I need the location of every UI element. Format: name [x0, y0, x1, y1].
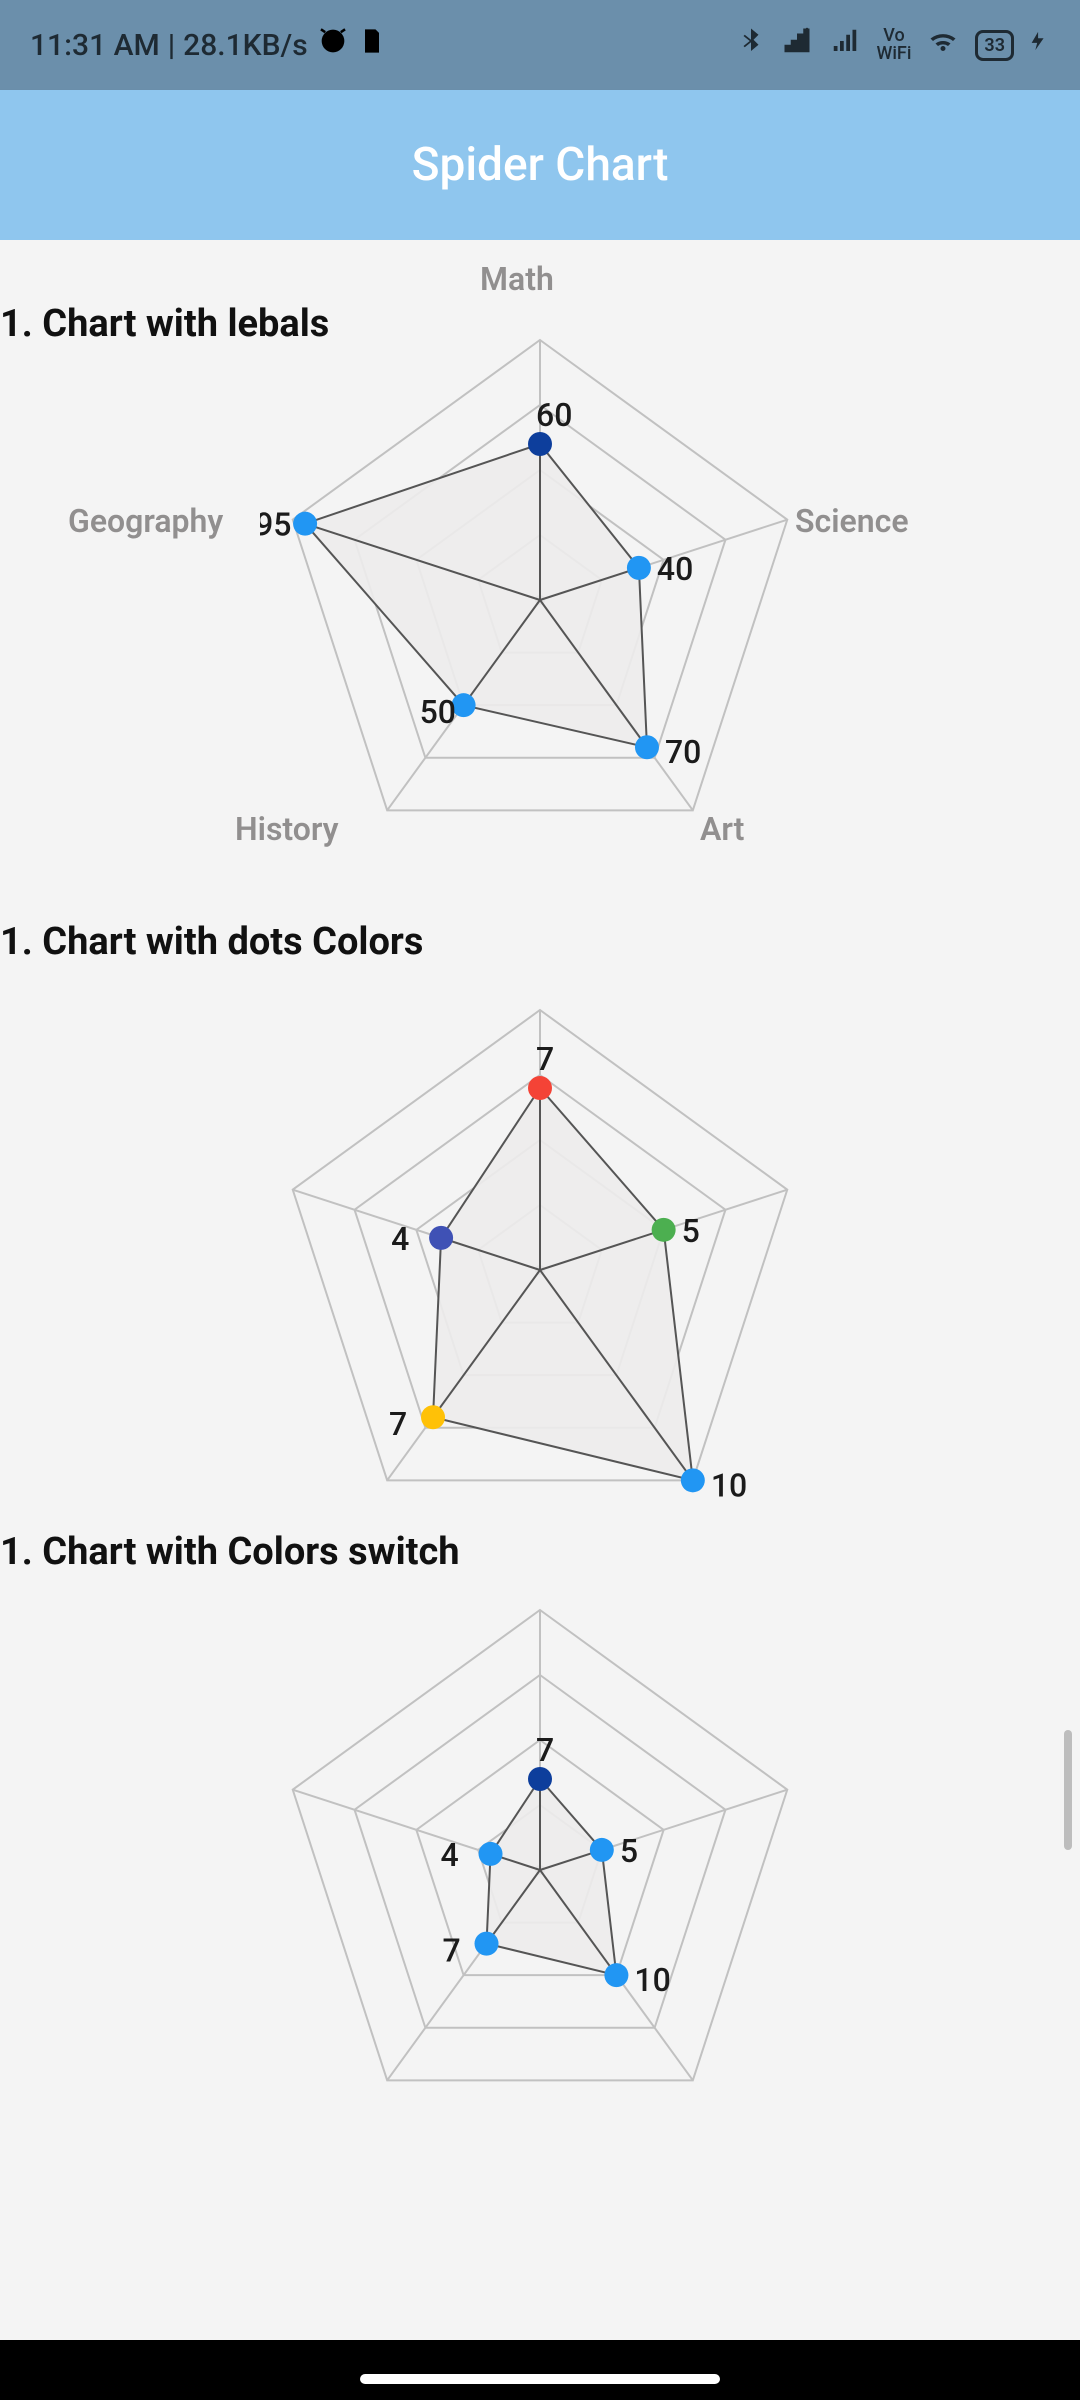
vo-wifi-label: VoWiFi: [876, 27, 911, 63]
svg-text:7: 7: [536, 1040, 554, 1078]
sd-icon: [358, 25, 386, 65]
svg-text:60: 60: [536, 396, 572, 434]
status-sep: |: [168, 28, 175, 63]
signal-2-icon: [828, 26, 862, 64]
svg-text:7: 7: [389, 1405, 407, 1443]
axis-label-geography: Geography: [68, 502, 223, 540]
nav-bar: [0, 2340, 1080, 2400]
spider-chart-3: 7 5 10 7 4: [260, 1570, 820, 2130]
svg-text:10: 10: [711, 1466, 747, 1504]
battery-indicator: 33: [975, 30, 1014, 61]
svg-text:40: 40: [657, 550, 693, 588]
spider-chart-2: 7 5 10 7 4: [260, 970, 820, 1530]
app-bar: Spider Chart: [0, 90, 1080, 240]
section-title-3: 1. Chart with Colors switch: [0, 1530, 460, 1574]
svg-text:7: 7: [536, 1731, 554, 1769]
svg-text:95: 95: [260, 506, 291, 544]
status-bar: 11:31 AM | 28.1KB/s VoWiFi 33: [0, 0, 1080, 90]
battery-pct: 33: [975, 30, 1014, 61]
axis-label-math: Math: [480, 260, 554, 298]
svg-text:4: 4: [441, 1836, 459, 1874]
gesture-pill[interactable]: [360, 2374, 720, 2384]
svg-text:50: 50: [420, 693, 456, 731]
svg-text:70: 70: [665, 733, 701, 771]
spider-chart-1: 60 40 70 50 95: [260, 300, 820, 860]
svg-text:10: 10: [634, 1961, 670, 1999]
svg-text:5: 5: [620, 1832, 638, 1870]
svg-text:4: 4: [391, 1220, 409, 1258]
page-title: Spider Chart: [412, 138, 669, 192]
main-content[interactable]: Math 1. Chart with lebals Science Art Hi…: [0, 240, 1080, 2400]
alarm-icon: [316, 24, 350, 66]
svg-text:7: 7: [443, 1932, 461, 1970]
scroll-indicator[interactable]: [1064, 1730, 1072, 1850]
status-right: VoWiFi 33: [736, 24, 1050, 66]
bluetooth-icon: [736, 24, 766, 66]
wifi-icon: [925, 26, 961, 64]
signal-1-icon: [780, 26, 814, 64]
svg-text:5: 5: [682, 1212, 700, 1250]
bolt-icon: [1028, 26, 1050, 64]
status-time: 11:31 AM: [30, 28, 160, 63]
status-net-speed: 28.1KB/s: [183, 28, 308, 63]
section-title-2: 1. Chart with dots Colors: [0, 920, 423, 964]
status-left: 11:31 AM | 28.1KB/s: [30, 24, 386, 66]
